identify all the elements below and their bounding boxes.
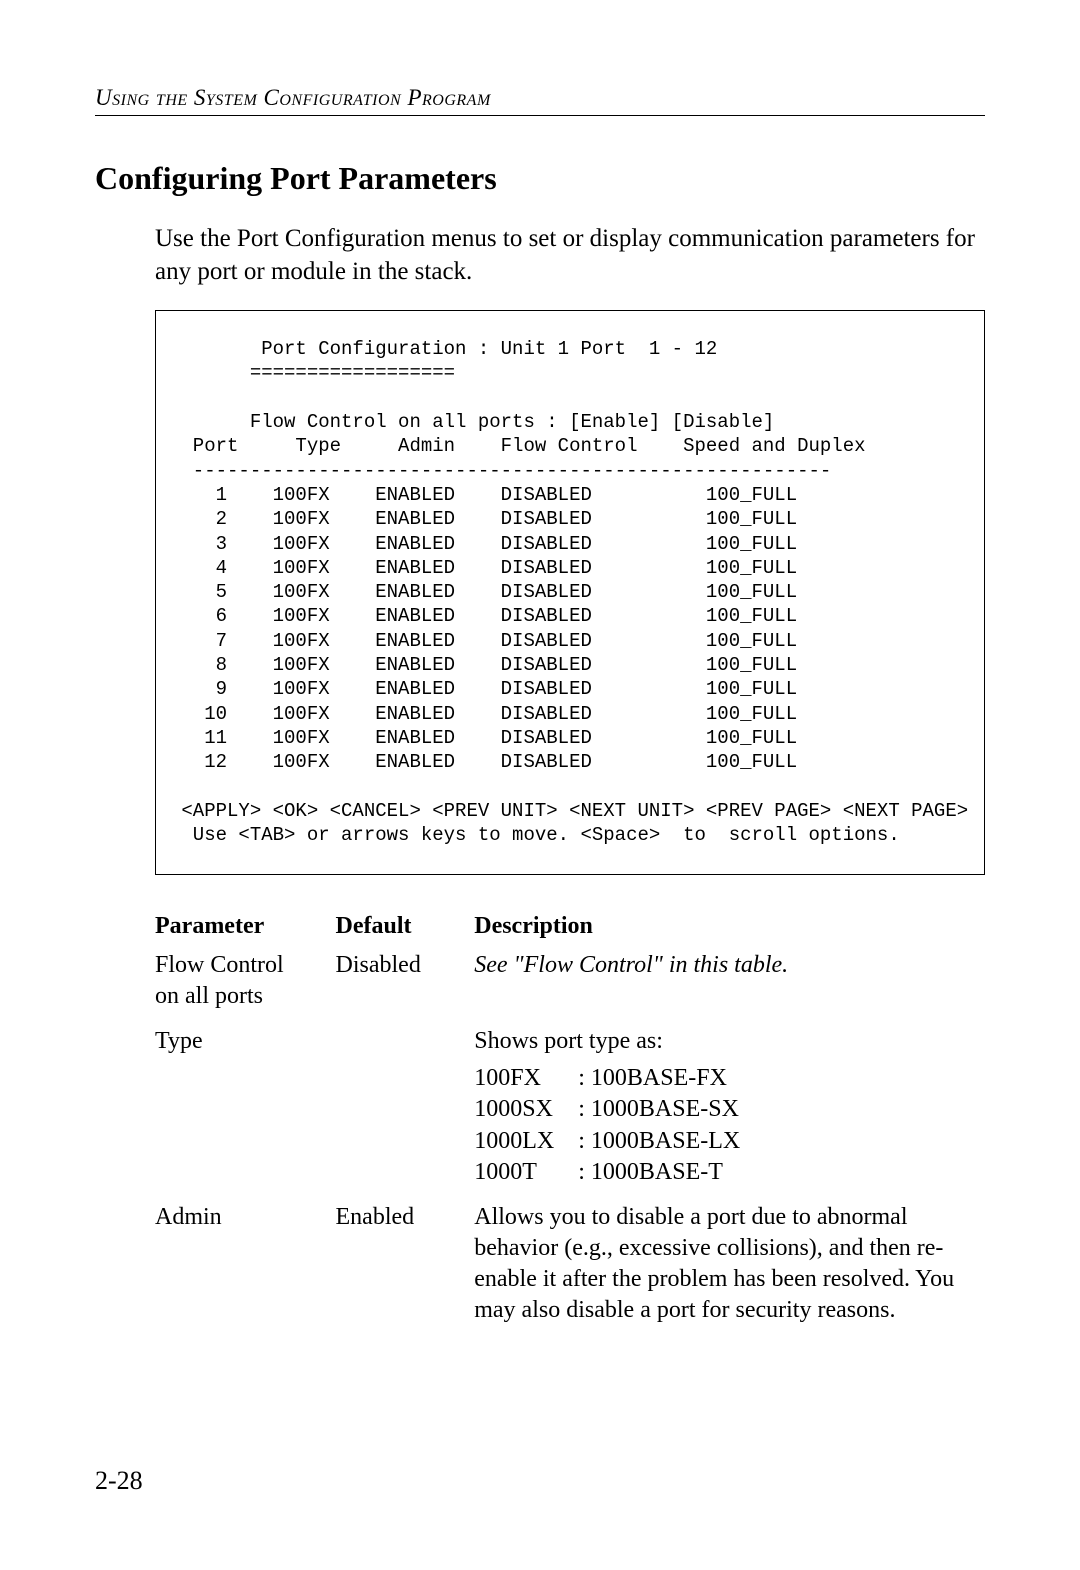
cell-parameter: Flow Control on all ports bbox=[155, 946, 336, 1022]
cell-default bbox=[336, 1022, 475, 1198]
type-code: 1000SX bbox=[474, 1094, 578, 1125]
page: Using the System Configuration Program C… bbox=[0, 0, 1080, 1570]
type-code: 100FX bbox=[474, 1063, 578, 1094]
type-name: : 1000BASE-T bbox=[578, 1157, 764, 1188]
col-header-default: Default bbox=[336, 913, 475, 946]
list-item: 100FX: 100BASE-FX bbox=[474, 1063, 764, 1094]
list-item: 1000T: 1000BASE-T bbox=[474, 1157, 764, 1188]
cell-description: Allows you to disable a port due to abno… bbox=[474, 1198, 985, 1337]
table-row: Flow Control on all portsDisabledSee "Fl… bbox=[155, 946, 985, 1022]
port-type-list: 100FX: 100BASE-FX1000SX: 1000BASE-SX1000… bbox=[474, 1063, 764, 1188]
page-number: 2-28 bbox=[95, 1466, 143, 1496]
type-name: : 1000BASE-SX bbox=[578, 1094, 764, 1125]
list-item: 1000SX: 1000BASE-SX bbox=[474, 1094, 764, 1125]
cell-description: Shows port type as:100FX: 100BASE-FX1000… bbox=[474, 1022, 985, 1198]
parameter-table: Parameter Default Description Flow Contr… bbox=[155, 913, 985, 1337]
col-header-parameter: Parameter bbox=[155, 913, 336, 946]
cell-parameter: Type bbox=[155, 1022, 336, 1198]
header-rule bbox=[95, 115, 985, 116]
type-name: : 1000BASE-LX bbox=[578, 1126, 764, 1157]
param-table-header-row: Parameter Default Description bbox=[155, 913, 985, 946]
type-code: 1000LX bbox=[474, 1126, 578, 1157]
cell-description: See "Flow Control" in this table. bbox=[474, 946, 985, 1022]
section-intro: Use the Port Configuration menus to set … bbox=[155, 222, 985, 288]
cell-default: Disabled bbox=[336, 946, 475, 1022]
list-item: 1000LX: 1000BASE-LX bbox=[474, 1126, 764, 1157]
running-header: Using the System Configuration Program bbox=[95, 85, 985, 111]
table-row: AdminEnabledAllows you to disable a port… bbox=[155, 1198, 985, 1337]
terminal-screenshot: Port Configuration : Unit 1 Port 1 - 12 … bbox=[155, 310, 985, 875]
col-header-description: Description bbox=[474, 913, 985, 946]
type-code: 1000T bbox=[474, 1157, 578, 1188]
table-row: Type Shows port type as:100FX: 100BASE-FX… bbox=[155, 1022, 985, 1198]
section-title: Configuring Port Parameters bbox=[95, 160, 985, 197]
cell-parameter: Admin bbox=[155, 1198, 336, 1337]
cell-default: Enabled bbox=[336, 1198, 475, 1337]
type-name: : 100BASE-FX bbox=[578, 1063, 764, 1094]
